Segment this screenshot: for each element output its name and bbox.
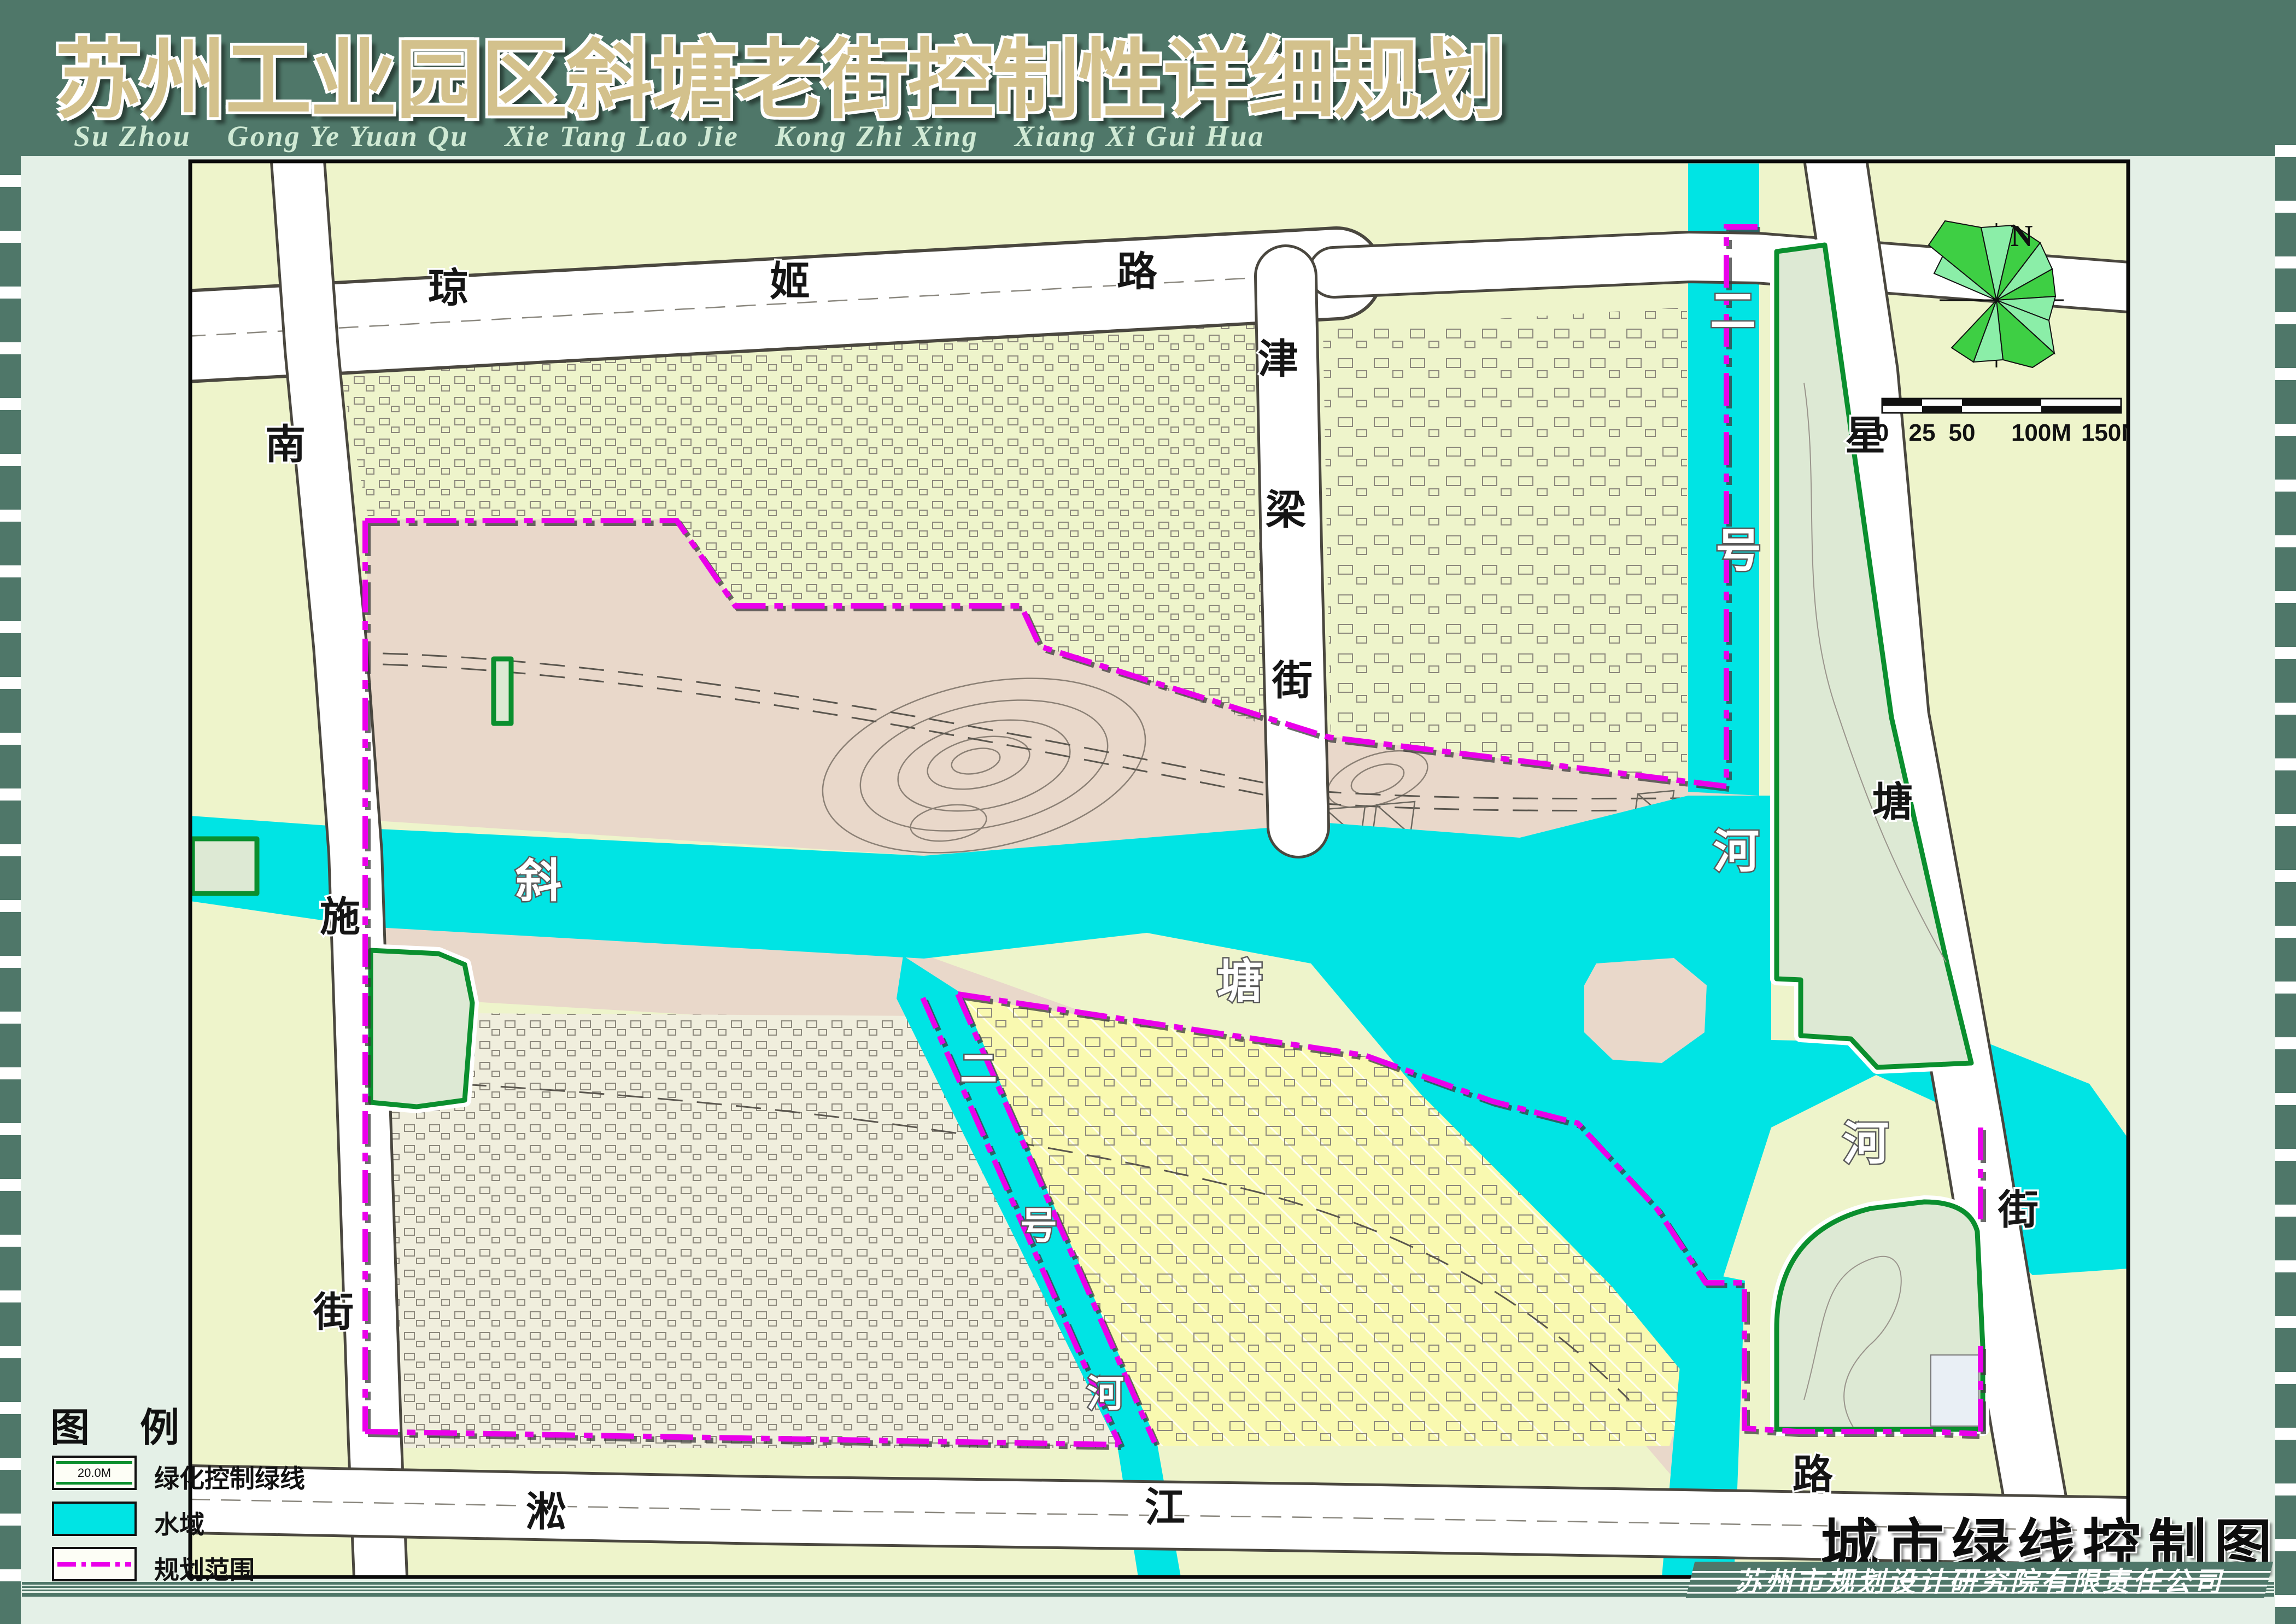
green-zone-left-edge [192, 839, 257, 893]
scale-tick: 100M [2011, 419, 2071, 446]
film-strip-left [0, 131, 21, 1624]
road-label: 街 [313, 1289, 354, 1335]
road-label: 街 [1272, 658, 1313, 703]
road-label: 江 [1145, 1485, 1185, 1530]
road-label: 路 [1117, 249, 1158, 294]
river-label: 河 [1713, 826, 1759, 877]
scale-tick: 150M [2081, 419, 2141, 446]
road-label: 梁 [1266, 487, 1306, 533]
green-zone-west [371, 950, 472, 1107]
facility-parcel [1931, 1355, 1979, 1426]
green-zone-small-rect [494, 659, 511, 723]
legend-title: 图 例 [50, 1395, 199, 1453]
road-label: 津 [1258, 336, 1298, 382]
scale-tick: 50 [1949, 419, 1976, 446]
road-label: 南 [265, 422, 306, 467]
company-name: 苏州市规划设计研究院有限责任公司 [1735, 1560, 2224, 1599]
housing-northeast-texture [1323, 307, 1687, 782]
legend-label: 水域 [154, 1505, 204, 1541]
river-label: 二 [960, 1048, 997, 1090]
river-label: 号 [1020, 1205, 1057, 1247]
planning-map-page: 苏州工业园区斜塘老街控制性详细规划 Su Zhou Gong Ye Yuan Q… [0, 0, 2296, 1624]
legend-dimension: 20.0M [78, 1466, 111, 1480]
company-banner: 苏州市规划设计研究院有限责任公司 [1686, 1562, 2273, 1598]
legend-symbol-water [52, 1502, 137, 1536]
legend-label: 规划范围 [154, 1550, 255, 1586]
road-label: 淞 [526, 1489, 566, 1534]
road-label: 塘 [1872, 779, 1913, 825]
road-label: 姬 [770, 259, 810, 304]
river-label: 斜 [516, 855, 561, 907]
road-label: 施 [320, 894, 360, 939]
river-label: 号 [1715, 525, 1761, 576]
film-strip-right [2275, 101, 2296, 1624]
page-title: 苏州工业园区斜塘老街控制性详细规划 [55, 10, 1504, 135]
scale-tick: 25 [1909, 419, 1936, 446]
page-subtitle-pinyin: Su Zhou Gong Ye Yuan Qu Xie Tang Lao Jie… [74, 119, 1265, 153]
title-band: 苏州工业园区斜塘老街控制性详细规划 Su Zhou Gong Ye Yuan Q… [0, 0, 2296, 156]
north-label: N [2011, 219, 2033, 253]
legend-symbol-green-control-line: 20.0M [52, 1456, 137, 1490]
road-label: 街 [1998, 1187, 2039, 1232]
road-label: 路 [1793, 1452, 1834, 1497]
legend-symbol-boundary [52, 1547, 137, 1581]
legend-label: 绿化控制绿线 [154, 1459, 305, 1495]
scale-tick: 0 [1876, 419, 1889, 446]
river-label: 河 [1843, 1118, 1889, 1169]
map-canvas: 琼 姬 路 南 施 街 津 梁 街 星 塘 街 淞 江 路 斜 塘 河 二 号 [0, 0, 2296, 1624]
river-label: 塘 [1217, 956, 1263, 1007]
river-label: 河 [1087, 1373, 1124, 1415]
river-label: 二 [1710, 285, 1756, 337]
road-label: 琼 [428, 265, 468, 311]
